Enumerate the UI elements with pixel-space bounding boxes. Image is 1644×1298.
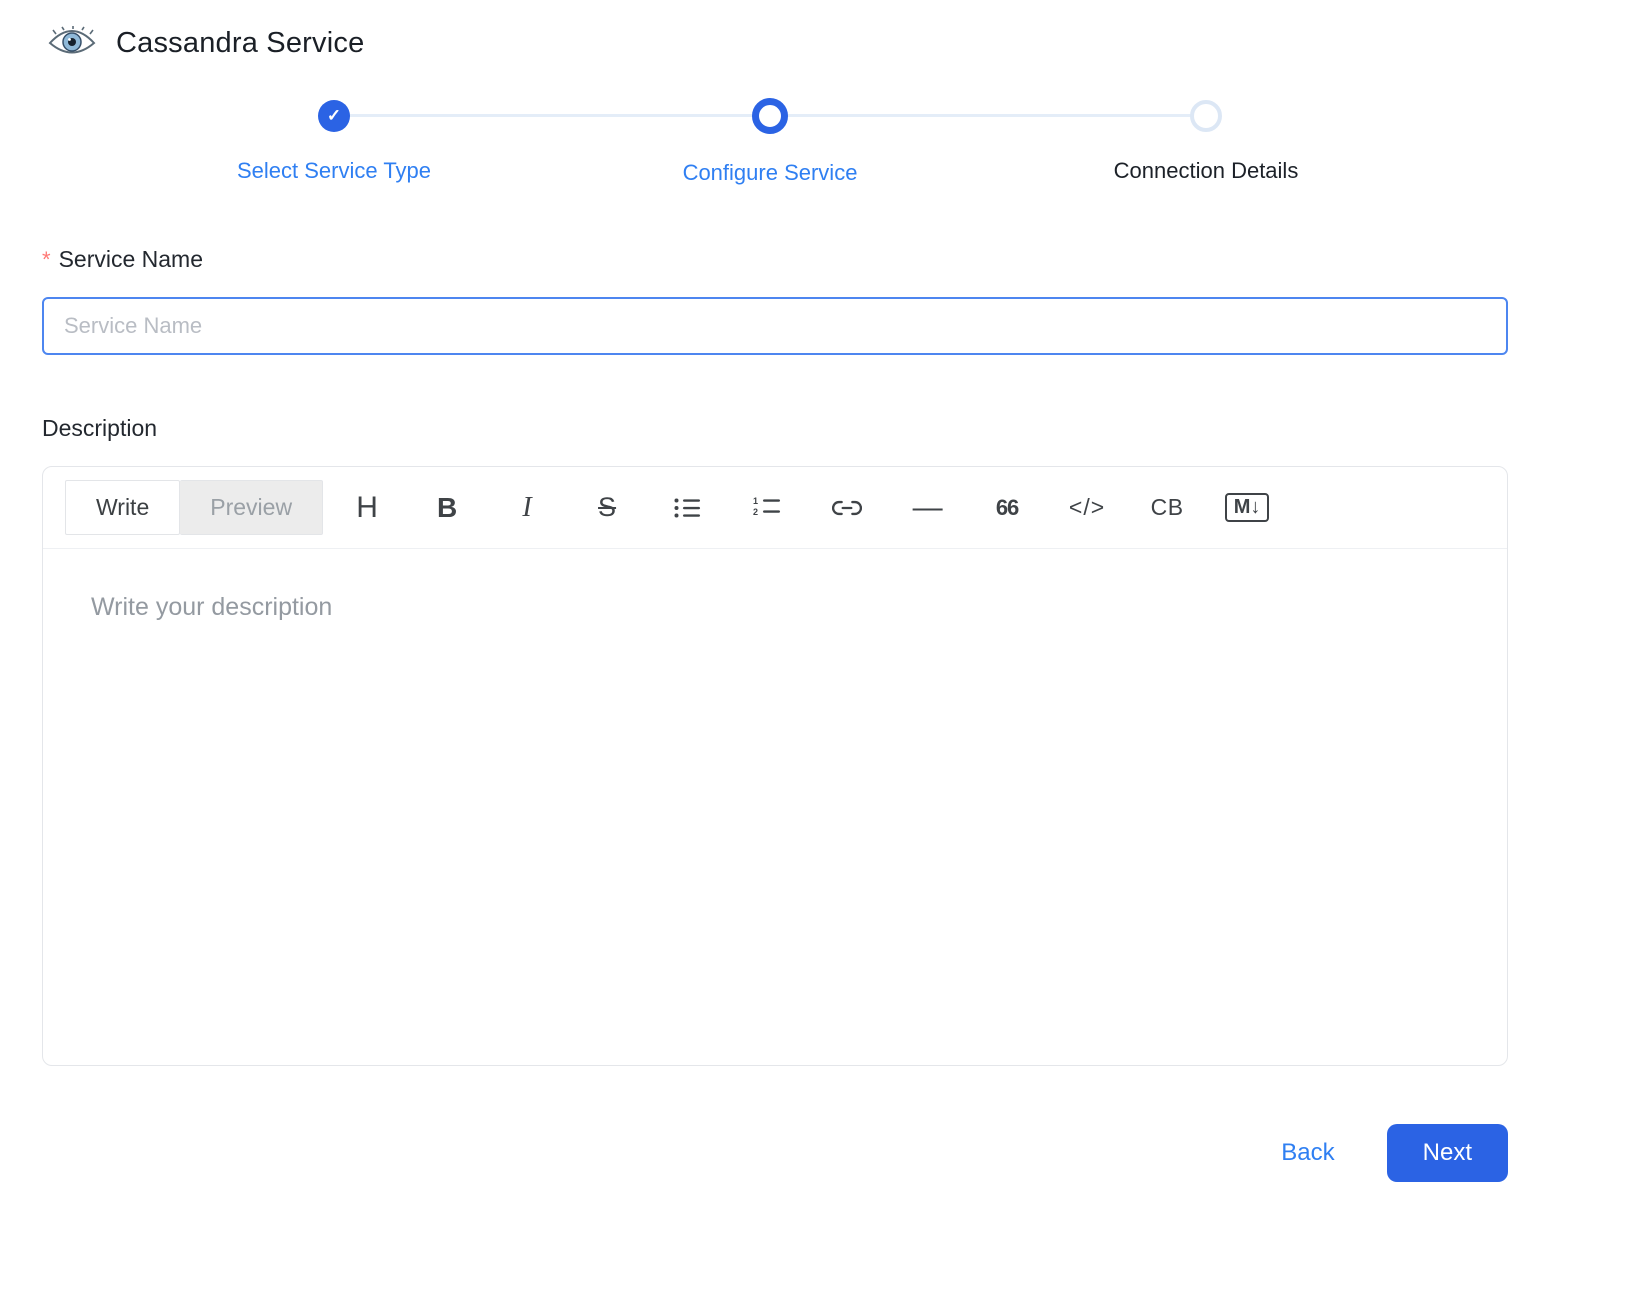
editor-toolbar: Write Preview H B I S: [43, 467, 1507, 549]
code-button[interactable]: </>: [1047, 486, 1127, 530]
quote-icon: 66: [996, 495, 1018, 521]
markdown-editor: Write Preview H B I S: [42, 466, 1508, 1066]
description-label: Description: [42, 415, 1602, 442]
step-select-service-type[interactable]: ✓ Select Service Type: [116, 98, 552, 186]
editor-tabs: Write Preview: [65, 480, 323, 535]
required-asterisk: *: [42, 247, 51, 272]
code-block-icon: CB: [1151, 494, 1184, 521]
tab-write[interactable]: Write: [65, 480, 180, 535]
back-button[interactable]: Back: [1281, 1139, 1334, 1167]
bold-button[interactable]: B: [407, 486, 487, 530]
heading-icon: H: [356, 491, 378, 525]
markdown-button[interactable]: M↓: [1207, 486, 1287, 530]
bullet-list-button[interactable]: [647, 486, 727, 530]
svg-text:1: 1: [753, 496, 758, 506]
step-label-connection-details[interactable]: Connection Details: [1114, 158, 1299, 184]
stepper: ✓ Select Service Type Configure Service …: [116, 98, 1424, 186]
horizontal-rule-button[interactable]: —: [887, 486, 967, 530]
bullet-list-icon: [673, 496, 701, 520]
strikethrough-icon: S: [598, 492, 616, 523]
step-pending-circle[interactable]: [1190, 100, 1222, 132]
step-label-select-service-type[interactable]: Select Service Type: [237, 158, 431, 184]
horizontal-rule-icon: —: [913, 491, 942, 525]
code-icon: </>: [1069, 494, 1105, 521]
code-block-button[interactable]: CB: [1127, 486, 1207, 530]
description-textarea[interactable]: [43, 549, 1507, 1065]
footer-actions: Back Next: [42, 1124, 1508, 1182]
svg-text:2: 2: [753, 507, 758, 517]
service-name-input[interactable]: [42, 297, 1508, 355]
cassandra-logo-icon: [46, 26, 98, 60]
bold-icon: B: [437, 492, 457, 524]
strikethrough-button[interactable]: S: [567, 486, 647, 530]
link-icon: [832, 500, 862, 516]
step-label-configure-service[interactable]: Configure Service: [683, 160, 858, 186]
numbered-list-button[interactable]: 1 2: [727, 486, 807, 530]
tab-preview[interactable]: Preview: [180, 480, 323, 535]
step-connection-details[interactable]: Connection Details: [988, 98, 1424, 186]
editor-tools: H B I S: [327, 486, 1287, 530]
italic-icon: I: [522, 492, 531, 524]
check-icon: ✓: [327, 106, 341, 126]
step-configure-service[interactable]: Configure Service: [552, 98, 988, 186]
wizard-page: Cassandra Service ✓ Select Service Type …: [0, 0, 1644, 1182]
markdown-icon: M↓: [1225, 493, 1270, 522]
numbered-list-icon: 1 2: [753, 496, 781, 520]
header: Cassandra Service: [42, 26, 1602, 60]
service-name-label: *Service Name: [42, 246, 1602, 273]
next-button[interactable]: Next: [1387, 1124, 1508, 1182]
step-completed-circle[interactable]: ✓: [318, 100, 350, 132]
step-active-circle[interactable]: [752, 98, 788, 134]
editor-body: [43, 549, 1507, 1065]
italic-button[interactable]: I: [487, 486, 567, 530]
heading-button[interactable]: H: [327, 486, 407, 530]
page-title: Cassandra Service: [116, 27, 364, 60]
quote-button[interactable]: 66: [967, 486, 1047, 530]
link-button[interactable]: [807, 486, 887, 530]
